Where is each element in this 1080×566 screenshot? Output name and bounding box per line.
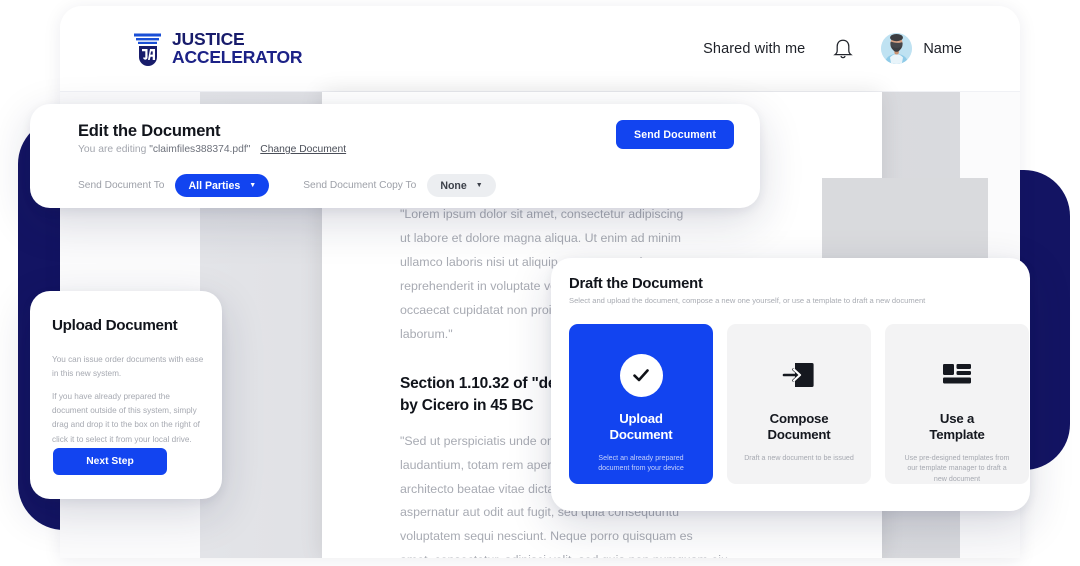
send-document-to-dropdown[interactable]: All Parties ▼ xyxy=(175,174,270,197)
send-options-row: Send Document To All Parties ▼ Send Docu… xyxy=(78,174,496,197)
brand-line-1: JUSTICE xyxy=(172,28,245,49)
user-menu[interactable]: Name xyxy=(881,33,962,64)
template-layout-icon xyxy=(942,352,972,398)
edit-panel-title: Edit the Document xyxy=(78,122,221,140)
pillar-monogram-icon xyxy=(134,33,161,66)
send-document-to-value: All Parties xyxy=(188,179,241,192)
upload-document-panel: Upload Document You can issue order docu… xyxy=(30,291,222,499)
send-copy-to-dropdown[interactable]: None ▼ xyxy=(427,174,496,197)
editing-status: You are editing "claimfiles388374.pdf" C… xyxy=(78,144,346,155)
draft-document-panel: Draft the Document Select and upload the… xyxy=(551,258,1030,511)
check-circle-icon xyxy=(619,352,663,398)
option-description: Use pre-designed templates from our temp… xyxy=(904,454,1010,483)
user-name-label: Name xyxy=(923,40,962,57)
upload-paragraph-1: You can issue order documents with ease … xyxy=(52,355,204,379)
draft-panel-subtitle: Select and upload the document, compose … xyxy=(569,296,926,305)
header-actions: Shared with me Name xyxy=(703,33,962,64)
brand-line-2: ACCELERATOR xyxy=(172,46,303,67)
shared-with-me-link[interactable]: Shared with me xyxy=(703,41,805,57)
upload-paragraph-2: If you have already prepared the documen… xyxy=(52,392,200,444)
draft-option-cards: Upload Document Select an already prepar… xyxy=(569,324,1029,484)
chevron-down-icon: ▼ xyxy=(475,182,483,189)
option-card-use-template[interactable]: Use a Template Use pre-designed template… xyxy=(885,324,1029,484)
option-title: Compose Document xyxy=(767,411,831,443)
arrow-into-box-icon xyxy=(782,352,816,398)
option-title: Upload Document xyxy=(609,411,673,443)
edit-document-panel: Edit the Document You are editing "claim… xyxy=(30,104,760,208)
editing-file-name: "claimfiles388374.pdf" xyxy=(149,144,251,155)
draft-panel-title: Draft the Document xyxy=(569,276,703,292)
editing-prefix: You are editing xyxy=(78,144,147,155)
option-description: Draft a new document to be issued xyxy=(744,454,854,463)
upload-panel-title: Upload Document xyxy=(52,317,178,334)
send-copy-to-value: None xyxy=(440,179,467,192)
next-step-button[interactable]: Next Step xyxy=(53,448,167,475)
app-header: JUSTICE ACCELERATOR Shared with me Name xyxy=(60,6,1020,92)
option-card-upload-document[interactable]: Upload Document Select an already prepar… xyxy=(569,324,713,484)
send-document-to-label: Send Document To xyxy=(78,180,165,191)
send-document-button[interactable]: Send Document xyxy=(616,120,734,149)
send-copy-to-label: Send Document Copy To xyxy=(303,180,417,191)
screenshot-stage: JUSTICE ACCELERATOR Shared with me Name … xyxy=(0,0,1080,566)
avatar xyxy=(881,33,913,64)
notification-bell-icon[interactable] xyxy=(832,37,854,61)
brand-logo[interactable]: JUSTICE ACCELERATOR xyxy=(133,28,303,67)
document-image-placeholder xyxy=(822,178,988,262)
option-description: Select an already prepared document from… xyxy=(598,454,684,473)
option-title: Use a Template xyxy=(929,410,985,443)
chevron-down-icon: ▼ xyxy=(249,182,257,189)
change-document-link[interactable]: Change Document xyxy=(260,144,346,155)
upload-panel-body: You can issue order documents with ease … xyxy=(52,353,204,447)
option-card-compose-document[interactable]: Compose Document Draft a new document to… xyxy=(727,324,871,484)
